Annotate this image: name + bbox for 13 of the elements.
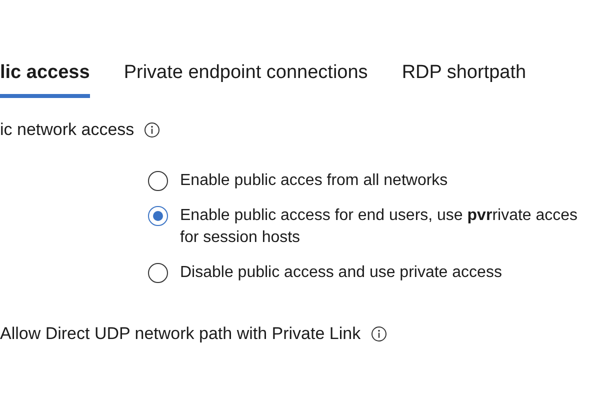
- radio-button[interactable]: [148, 263, 168, 283]
- field-label: ic network access: [0, 120, 134, 140]
- option-label: Disable public access and use private access: [180, 263, 503, 283]
- tab[interactable]: RDP shortpath: [402, 58, 526, 98]
- info-icon[interactable]: [144, 122, 160, 138]
- option-label: Enable public access for end users, use pvrrivate acces for session hosts: [180, 206, 579, 248]
- option-label: Enable public acces from all networks: [180, 171, 449, 191]
- radio-button[interactable]: [148, 206, 168, 226]
- tab[interactable]: Private endpoint connections: [124, 58, 368, 98]
- field-label: Allow Direct UDP network path with Private Link: [0, 324, 361, 344]
- radio-button[interactable]: [148, 171, 168, 191]
- info-icon[interactable]: [370, 326, 387, 342]
- tab[interactable]: lic access: [0, 58, 90, 98]
